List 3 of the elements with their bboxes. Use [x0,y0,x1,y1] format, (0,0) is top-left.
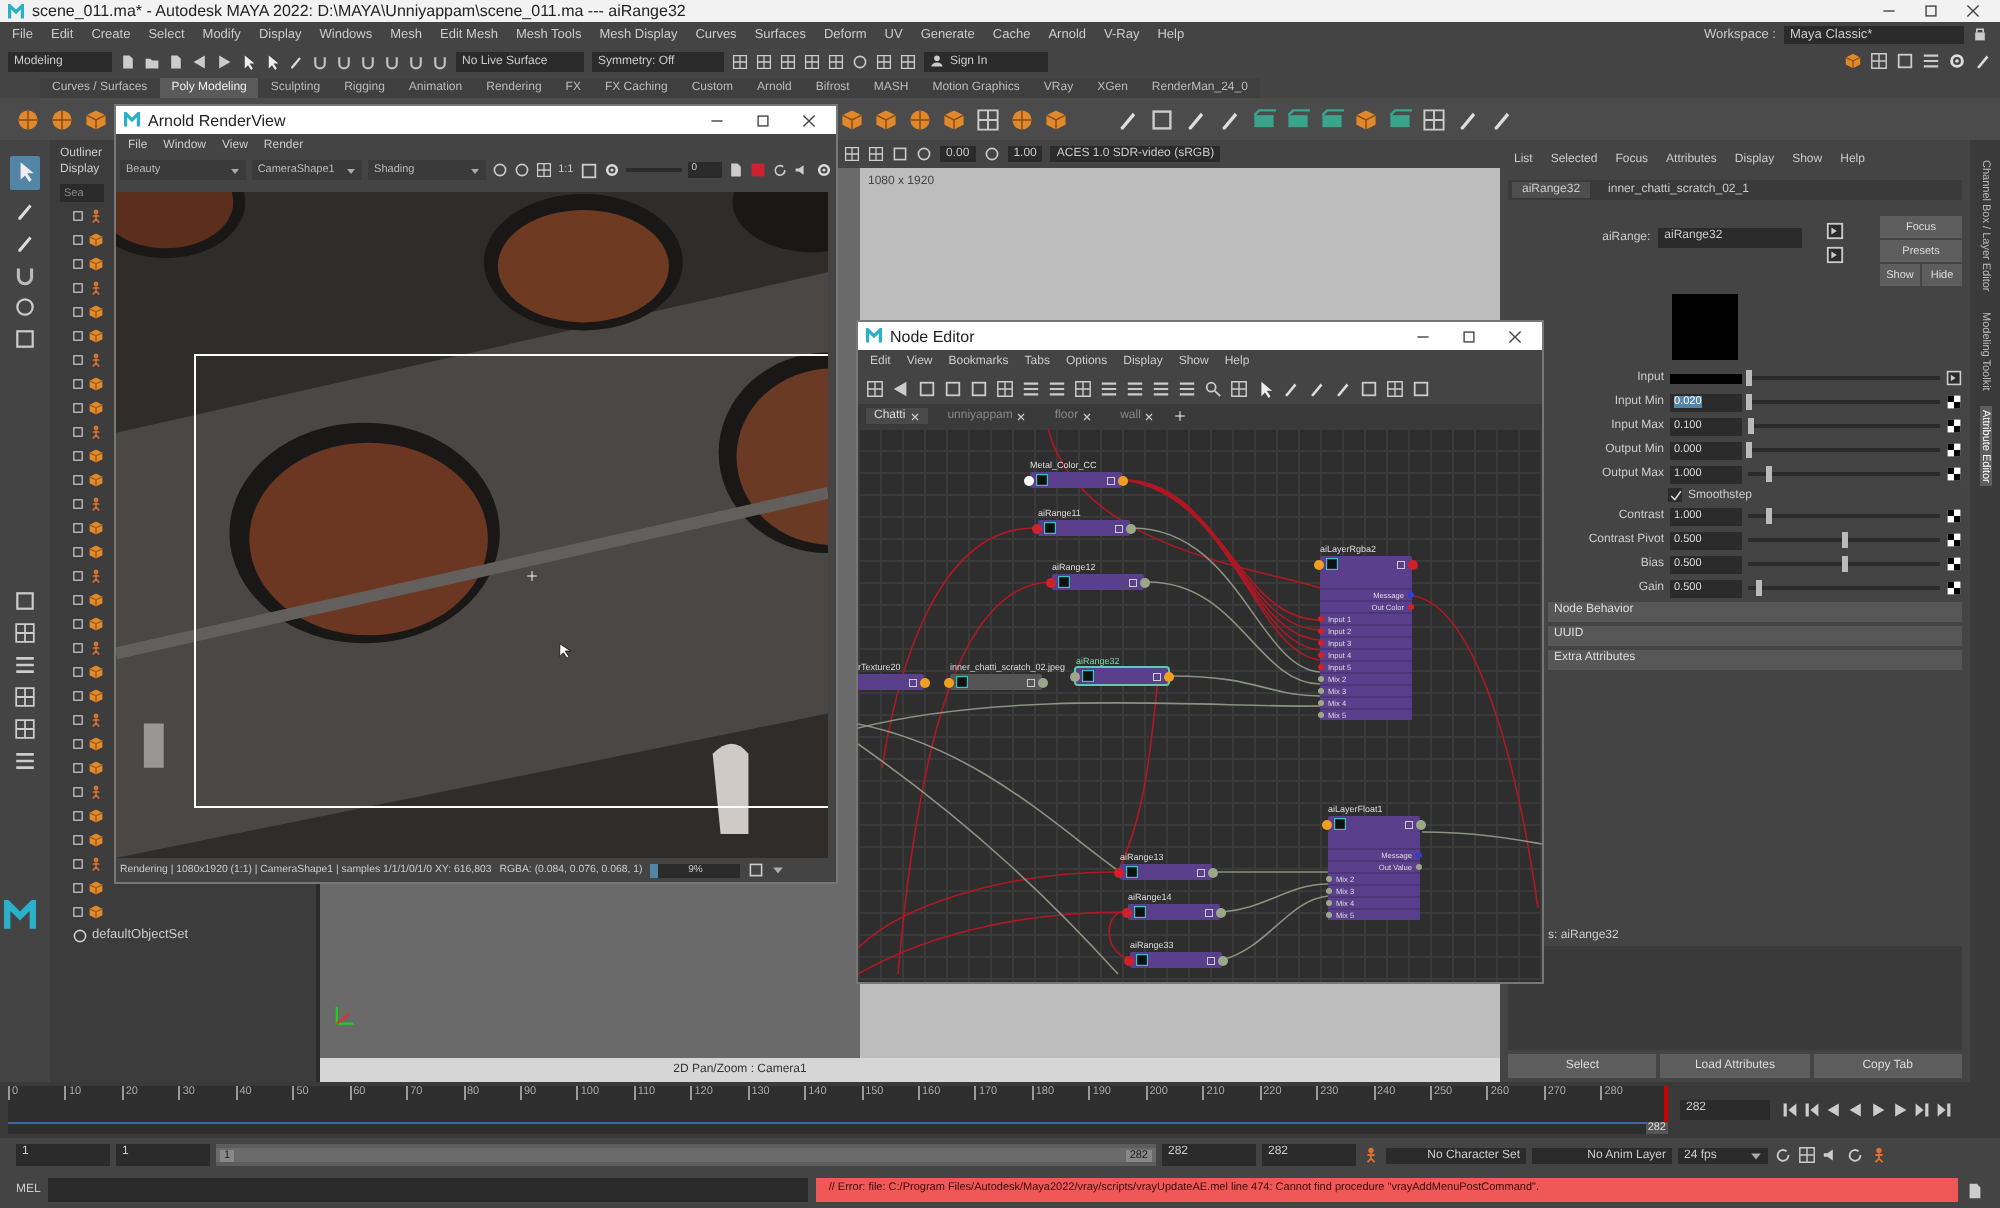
window-title: Arnold RenderView [148,111,286,129]
window-title: scene_011.ma* - Autodesk MAYA 2022: D:\MAYA\Unniyappam\scene_011.ma --- aiRange32 [32,2,688,20]
window-title: Node Editor [890,327,975,345]
